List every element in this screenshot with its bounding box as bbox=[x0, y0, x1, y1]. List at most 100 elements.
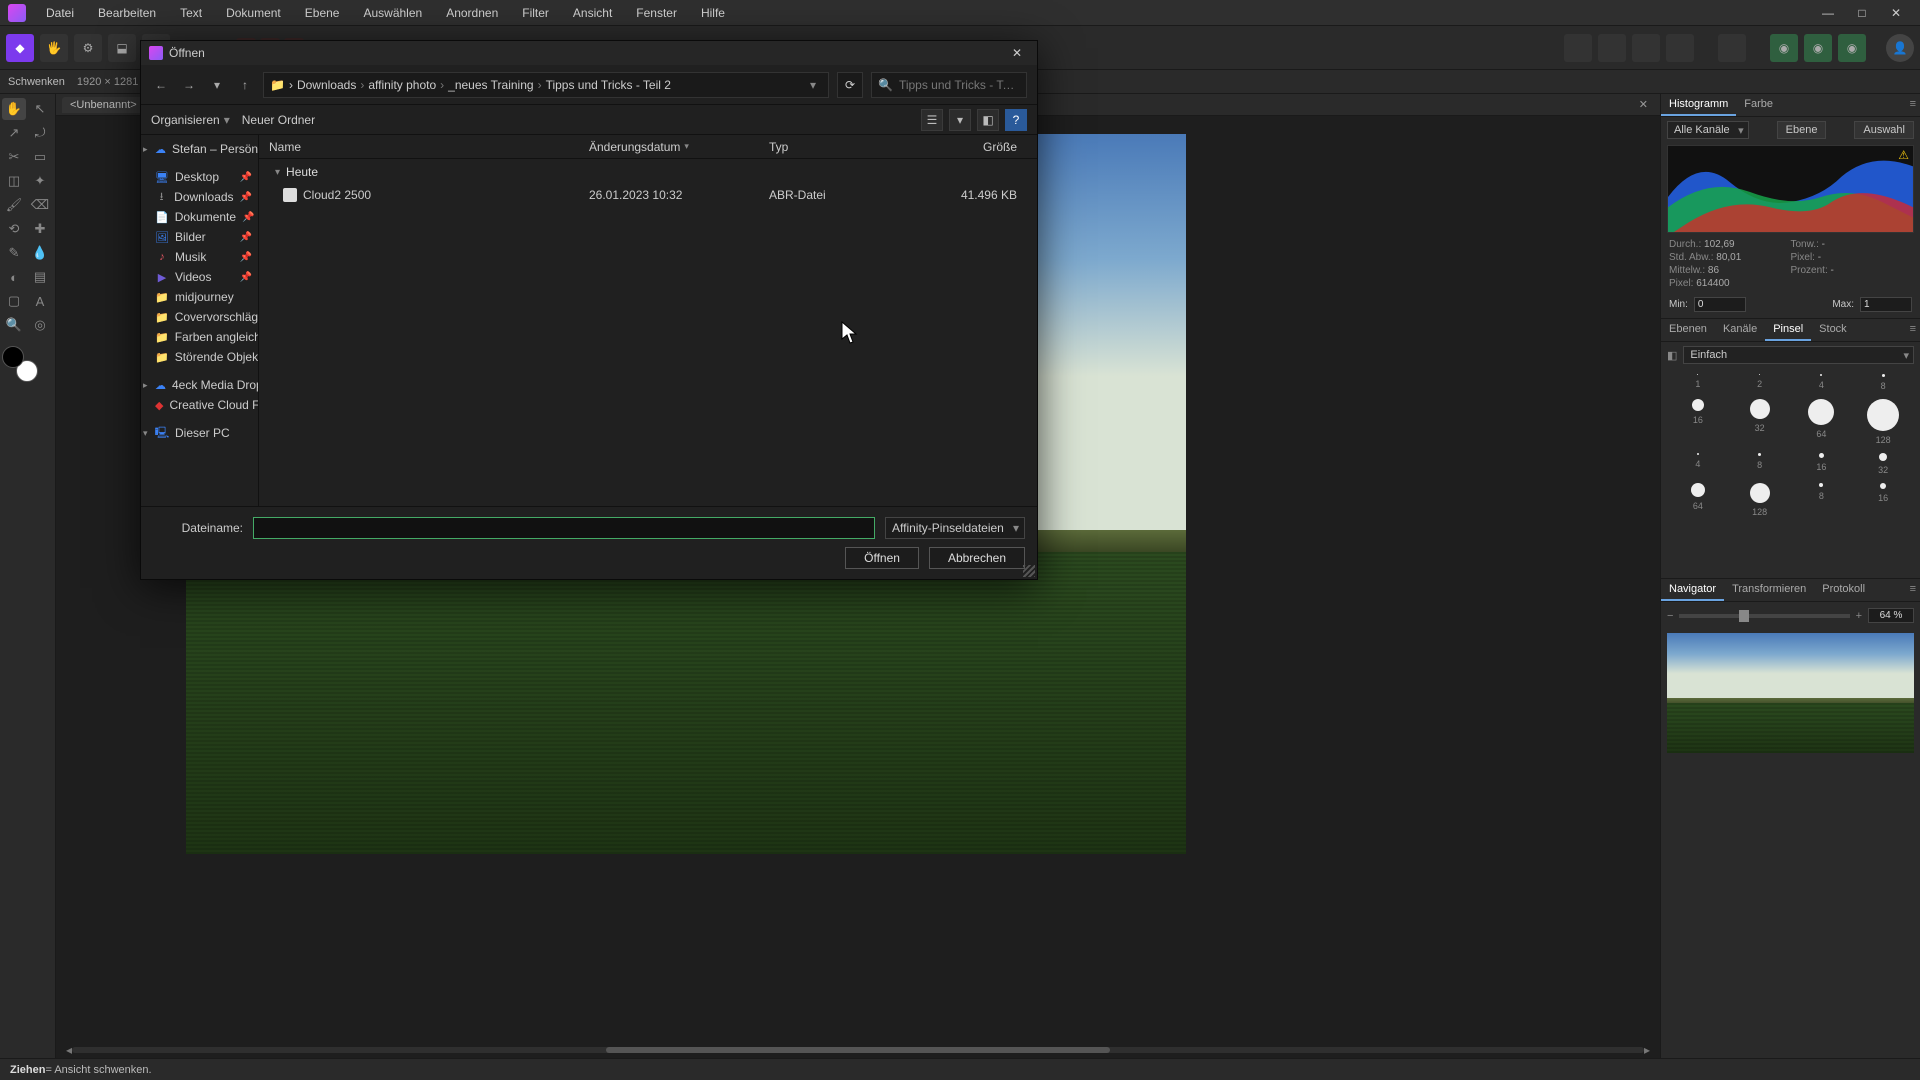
tab-pinsel[interactable]: Pinsel bbox=[1765, 319, 1811, 341]
help-button[interactable]: ? bbox=[1005, 109, 1027, 131]
breadcrumb-item[interactable]: Tipps und Tricks - Teil 2 bbox=[546, 78, 671, 92]
dodge-tool-icon[interactable]: ◐ bbox=[2, 266, 26, 288]
snapping-3-icon[interactable]: ◉ bbox=[1838, 34, 1866, 62]
brush-preset[interactable]: 8 bbox=[1735, 453, 1785, 475]
group-header-heute[interactable]: ▾Heute bbox=[259, 159, 1037, 183]
view-mode-dropdown[interactable]: ▾ bbox=[949, 109, 971, 131]
menu-bearbeiten[interactable]: Bearbeiten bbox=[88, 2, 166, 24]
min-input[interactable] bbox=[1694, 297, 1746, 312]
menu-datei[interactable]: Datei bbox=[36, 2, 84, 24]
gradient-tool-icon[interactable]: ▤ bbox=[28, 266, 52, 288]
organize-menu[interactable]: Organisieren▾ bbox=[151, 113, 230, 127]
menu-text[interactable]: Text bbox=[170, 2, 212, 24]
brush-preset[interactable]: 128 bbox=[1858, 399, 1908, 445]
selection-tool-icon[interactable]: ▭ bbox=[28, 146, 52, 168]
tab-kanaele[interactable]: Kanäle bbox=[1715, 319, 1765, 341]
brush-preset[interactable]: 1 bbox=[1673, 374, 1723, 391]
brush-panel-menu-icon[interactable]: ≡ bbox=[1910, 323, 1916, 337]
brush-preset[interactable]: 4 bbox=[1673, 453, 1723, 475]
refresh-button[interactable]: ⟳ bbox=[837, 72, 863, 98]
tab-stock[interactable]: Stock bbox=[1811, 319, 1855, 341]
menu-anordnen[interactable]: Anordnen bbox=[436, 2, 508, 24]
zoom-tool-icon[interactable]: 🔍 bbox=[2, 314, 26, 336]
tab-protokoll[interactable]: Protokoll bbox=[1814, 579, 1873, 601]
corner-tool-icon[interactable]: ⤾ bbox=[28, 122, 52, 144]
tab-ebenen[interactable]: Ebenen bbox=[1661, 319, 1715, 341]
nav-forward-button[interactable]: → bbox=[179, 75, 199, 95]
hand-tool-icon[interactable]: ✋ bbox=[2, 98, 26, 120]
toolbar-slot-2[interactable] bbox=[1598, 34, 1626, 62]
pen-tool-icon[interactable]: ✎ bbox=[2, 242, 26, 264]
sidebar-item-downloads[interactable]: ⭳Downloads📌 bbox=[141, 187, 258, 207]
tab-farbe[interactable]: Farbe bbox=[1736, 94, 1781, 116]
shape-tool-icon[interactable]: ▢ bbox=[2, 290, 26, 312]
tone-persona-icon[interactable]: ⬓ bbox=[108, 34, 136, 62]
breadcrumb-item[interactable]: _neues Training› bbox=[448, 78, 541, 92]
sidebar-item-4eck[interactable]: ▸☁4eck Media Drop bbox=[141, 375, 258, 395]
breadcrumb[interactable]: 📁› Downloads› affinity photo› _neues Tra… bbox=[263, 72, 829, 98]
dialog-titlebar[interactable]: Öffnen ✕ bbox=[141, 41, 1037, 65]
menu-dokument[interactable]: Dokument bbox=[216, 2, 291, 24]
nav-recent-button[interactable]: ▾ bbox=[207, 75, 227, 95]
sidebar-item-pc[interactable]: ▾🖳Dieser PC bbox=[141, 423, 258, 443]
maximize-button[interactable]: □ bbox=[1846, 3, 1878, 23]
column-name[interactable]: Name bbox=[259, 135, 579, 158]
toolbar-slot-5[interactable] bbox=[1718, 34, 1746, 62]
file-row[interactable]: Cloud2 2500 26.01.2023 10:32 ABR-Datei 4… bbox=[259, 183, 1037, 207]
photo-persona-icon[interactable]: ◆ bbox=[6, 34, 34, 62]
brush-preset[interactable]: 4 bbox=[1797, 374, 1847, 391]
sidebar-item-personal[interactable]: ▸☁Stefan – Persönl bbox=[141, 139, 258, 159]
toolbar-slot-3[interactable] bbox=[1632, 34, 1660, 62]
view-mode-button[interactable]: ☰ bbox=[921, 109, 943, 131]
sidebar-item-videos[interactable]: ▶Videos📌 bbox=[141, 267, 258, 287]
zoom-in-icon[interactable]: + bbox=[1856, 610, 1862, 622]
sidebar-item-cc[interactable]: ◆Creative Cloud F bbox=[141, 395, 258, 415]
brush-preset[interactable]: 16 bbox=[1858, 483, 1908, 517]
navigator-thumbnail[interactable] bbox=[1667, 633, 1914, 753]
snapping-2-icon[interactable]: ◉ bbox=[1804, 34, 1832, 62]
nav-back-button[interactable]: ← bbox=[151, 75, 171, 95]
picker-tool-icon[interactable]: ◎ bbox=[28, 314, 52, 336]
sidebar-item-desktop[interactable]: 🖥Desktop📌 bbox=[141, 167, 258, 187]
develop-persona-icon[interactable]: ⚙ bbox=[74, 34, 102, 62]
liquify-persona-icon[interactable]: 🖐 bbox=[40, 34, 68, 62]
panel-menu-icon[interactable]: ≡ bbox=[1910, 98, 1916, 112]
sidebar-item-cover[interactable]: 📁Covervorschläg bbox=[141, 307, 258, 327]
max-input[interactable] bbox=[1860, 297, 1912, 312]
node-tool-icon[interactable]: ↗ bbox=[2, 122, 26, 144]
brush-preset[interactable]: 8 bbox=[1797, 483, 1847, 517]
brush-preset[interactable]: 64 bbox=[1673, 483, 1723, 517]
brush-preset[interactable]: 128 bbox=[1735, 483, 1785, 517]
account-avatar-icon[interactable]: 👤 bbox=[1886, 34, 1914, 62]
tab-histogramm[interactable]: Histogramm bbox=[1661, 94, 1736, 116]
histogram-ebene-button[interactable]: Ebene bbox=[1777, 121, 1827, 139]
text-tool-icon[interactable]: A bbox=[28, 290, 52, 312]
zoom-value[interactable]: 64 % bbox=[1868, 608, 1914, 623]
sidebar-item-dokumente[interactable]: 📄Dokumente📌 bbox=[141, 207, 258, 227]
tab-transformieren[interactable]: Transformieren bbox=[1724, 579, 1814, 601]
sidebar-item-stoerend[interactable]: 📁Störende Objekt bbox=[141, 347, 258, 367]
sidebar-item-farben[interactable]: 📁Farben angleich bbox=[141, 327, 258, 347]
foreground-color-icon[interactable] bbox=[2, 346, 24, 368]
menu-filter[interactable]: Filter bbox=[512, 2, 559, 24]
marquee-tool-icon[interactable]: ◫ bbox=[2, 170, 26, 192]
column-type[interactable]: Typ bbox=[759, 135, 907, 158]
menu-hilfe[interactable]: Hilfe bbox=[691, 2, 735, 24]
close-button[interactable]: ✕ bbox=[1880, 3, 1912, 23]
crop-tool-icon[interactable]: ✂ bbox=[2, 146, 26, 168]
sidebar-item-midjourney[interactable]: 📁midjourney bbox=[141, 287, 258, 307]
tab-navigator[interactable]: Navigator bbox=[1661, 579, 1724, 601]
erase-tool-icon[interactable]: ⌫ bbox=[28, 194, 52, 216]
snapping-icon[interactable]: ◉ bbox=[1770, 34, 1798, 62]
breadcrumb-item[interactable]: Downloads› bbox=[297, 78, 364, 92]
breadcrumb-dropdown-icon[interactable]: ▾ bbox=[804, 78, 822, 92]
brush-preset[interactable]: 16 bbox=[1797, 453, 1847, 475]
close-tab-button[interactable]: ✕ bbox=[1633, 98, 1654, 111]
move-tool-icon[interactable]: ↖ bbox=[28, 98, 52, 120]
toolbar-slot-1[interactable] bbox=[1564, 34, 1592, 62]
menu-ebene[interactable]: Ebene bbox=[295, 2, 350, 24]
brush-preset[interactable]: 32 bbox=[1858, 453, 1908, 475]
search-input[interactable]: 🔍 Tipps und Tricks - Teil 2 durc… bbox=[871, 72, 1027, 98]
zoom-slider[interactable] bbox=[1679, 614, 1849, 618]
brush-tool-icon[interactable]: 🖌 bbox=[2, 194, 26, 216]
